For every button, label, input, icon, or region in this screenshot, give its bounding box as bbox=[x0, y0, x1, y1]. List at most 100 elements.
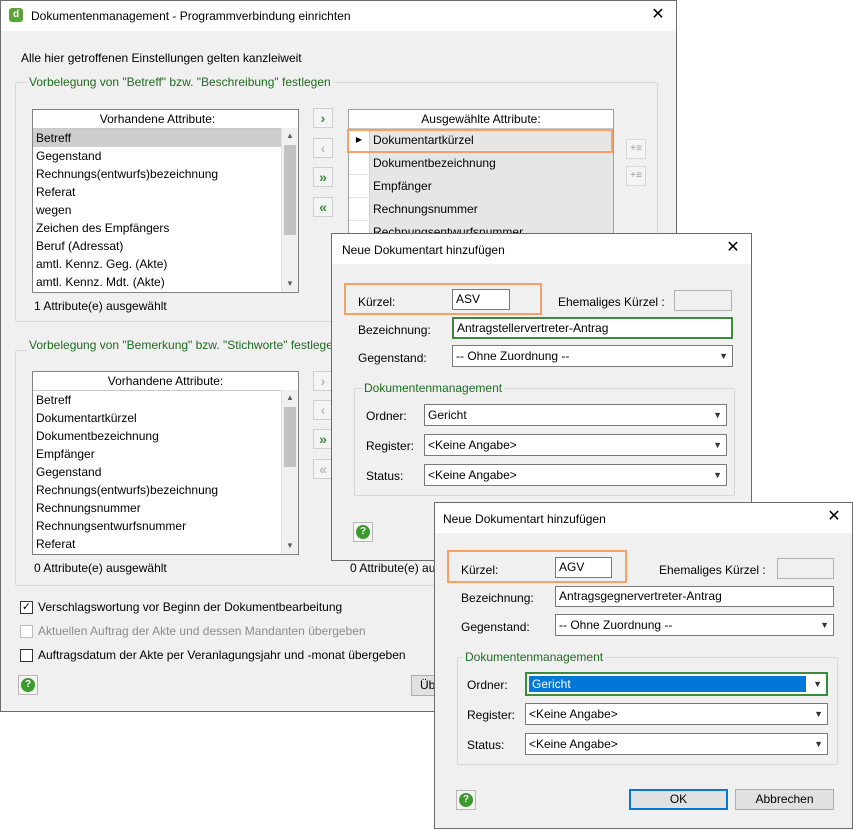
help-icon: ? bbox=[21, 678, 35, 692]
list-item[interactable]: Beruf (Adressat) bbox=[33, 237, 298, 255]
intro-text: Alle hier getroffenen Einstellungen gelt… bbox=[21, 51, 302, 65]
help-button[interactable]: ? bbox=[353, 522, 373, 542]
scroll-down-icon[interactable]: ▼ bbox=[282, 538, 298, 554]
gegenstand-value: -- Ohne Zuordnung -- bbox=[559, 618, 673, 632]
scroll-up-icon[interactable]: ▲ bbox=[282, 128, 298, 144]
highlight-frame bbox=[447, 550, 627, 583]
chevron-down-icon: ▼ bbox=[713, 410, 722, 420]
close-icon[interactable]: ✕ bbox=[723, 238, 743, 258]
ehemaliges-kuerzel-input[interactable] bbox=[674, 290, 732, 311]
dokumentenmanagement-label: Dokumentenmanagement bbox=[362, 381, 505, 395]
available-attributes-list-1[interactable]: Vorhandene Attribute: Betreff Gegenstand… bbox=[32, 109, 299, 293]
status-value: <Keine Angabe> bbox=[428, 468, 517, 482]
list-item[interactable]: Gegenstand bbox=[33, 147, 298, 165]
bezeichnung-input[interactable]: Antragstellervertreter-Antrag bbox=[452, 317, 733, 339]
bezeichnung-input[interactable]: Antragsgegnervertreter-Antrag bbox=[555, 586, 834, 607]
table-row[interactable]: Rechnungsnummer bbox=[349, 198, 613, 221]
ordner-select[interactable]: Gericht ▼ bbox=[424, 404, 727, 426]
remove-attribute-button-2[interactable]: ‹ bbox=[313, 400, 333, 420]
chevron-down-icon: ▼ bbox=[713, 440, 722, 450]
move-down-button[interactable]: +≡ bbox=[626, 166, 646, 186]
dialog1-titlebar: Neue Dokumentart hinzufügen ✕ bbox=[332, 234, 751, 264]
scroll-up-icon[interactable]: ▲ bbox=[282, 390, 298, 406]
gegenstand-label: Gegenstand: bbox=[358, 351, 427, 365]
register-select[interactable]: <Keine Angabe> ▼ bbox=[424, 434, 727, 456]
table-row[interactable]: Dokumentbezeichnung bbox=[349, 152, 613, 175]
available-attributes-header: Vorhandene Attribute: bbox=[33, 110, 282, 129]
gegenstand-select[interactable]: -- Ohne Zuordnung -- ▼ bbox=[452, 345, 733, 367]
add-attribute-button[interactable]: › bbox=[313, 108, 333, 128]
list-item[interactable]: Betreff bbox=[33, 391, 298, 409]
list-scrollbar[interactable]: ▲ ▼ bbox=[281, 390, 298, 554]
gegenstand-label: Gegenstand: bbox=[461, 620, 530, 634]
highlight-frame bbox=[347, 129, 613, 153]
dialog-neue-dokumentart-2: Neue Dokumentart hinzufügen ✕ Kürzel: AG… bbox=[434, 502, 853, 829]
scroll-thumb[interactable] bbox=[284, 145, 296, 235]
help-button[interactable]: ? bbox=[18, 675, 38, 695]
chevron-down-icon: ▼ bbox=[813, 679, 822, 689]
help-icon: ? bbox=[356, 525, 370, 539]
cancel-button[interactable]: Abbrechen bbox=[735, 789, 834, 810]
ehemaliges-kuerzel-label: Ehemaliges Kürzel : bbox=[558, 295, 665, 309]
move-up-button[interactable]: +≡ bbox=[626, 139, 646, 159]
help-icon: ? bbox=[459, 793, 473, 807]
checkbox-auftrag-label: Aktuellen Auftrag der Akte und dessen Ma… bbox=[38, 624, 366, 638]
highlight-frame bbox=[344, 283, 542, 315]
checkbox-verschlagswortung-label: Verschlagswortung vor Beginn der Dokumen… bbox=[38, 600, 343, 614]
list-item[interactable]: Rechnungs(entwurfs)bezeichnung bbox=[33, 165, 298, 183]
gegenstand-value: -- Ohne Zuordnung -- bbox=[456, 349, 570, 363]
add-attribute-button-2[interactable]: › bbox=[313, 371, 333, 391]
checkbox-auftragsdatum[interactable] bbox=[20, 649, 33, 662]
available-attributes-header: Vorhandene Attribute: bbox=[33, 372, 298, 391]
list-item[interactable]: Betreff bbox=[33, 129, 282, 147]
list-scrollbar[interactable]: ▲ ▼ bbox=[281, 128, 298, 292]
scroll-down-icon[interactable]: ▼ bbox=[282, 276, 298, 292]
ehemaliges-kuerzel-label: Ehemaliges Kürzel : bbox=[659, 563, 766, 577]
chevron-down-icon: ▼ bbox=[713, 470, 722, 480]
available-attributes-list-2[interactable]: Vorhandene Attribute: Betreff Dokumentar… bbox=[32, 371, 299, 555]
scroll-thumb[interactable] bbox=[284, 407, 296, 467]
group-betreff-label: Vorbelegung von "Betreff" bzw. "Beschrei… bbox=[27, 75, 333, 89]
list-item[interactable]: amtl. Kennz. Mdt. (Akte) bbox=[33, 273, 298, 291]
list-item[interactable]: amtl. Kennz. Geg. (Akte) bbox=[33, 255, 298, 273]
list-item[interactable]: Gegenstand bbox=[33, 463, 298, 481]
list-item[interactable]: Rechnungsentwurfsnummer bbox=[33, 517, 298, 535]
status-label: Status: bbox=[366, 469, 404, 483]
status-label: Status: bbox=[467, 738, 505, 752]
row-header[interactable] bbox=[349, 198, 370, 220]
list-item[interactable]: wegen bbox=[33, 201, 298, 219]
close-icon[interactable]: ✕ bbox=[648, 5, 668, 25]
list-item[interactable]: Empfänger bbox=[33, 445, 298, 463]
remove-all-attributes-button-2[interactable]: « bbox=[313, 459, 333, 479]
close-icon[interactable]: ✕ bbox=[824, 507, 844, 527]
add-all-attributes-button[interactable]: » bbox=[313, 167, 333, 187]
gegenstand-select[interactable]: -- Ohne Zuordnung -- ▼ bbox=[555, 614, 834, 636]
status-select[interactable]: <Keine Angabe> ▼ bbox=[525, 733, 828, 755]
checkbox-auftrag[interactable] bbox=[20, 625, 33, 638]
selected-count-1: 1 Attribute(e) ausgewählt bbox=[34, 299, 167, 313]
list-item[interactable]: Referat bbox=[33, 535, 298, 553]
help-button[interactable]: ? bbox=[456, 790, 476, 810]
list-item[interactable]: Rechnungsnummer bbox=[33, 499, 298, 517]
main-title: Dokumentenmanagement - Programmverbindun… bbox=[31, 9, 351, 23]
list-item[interactable]: Zeichen des Empfängers bbox=[33, 219, 298, 237]
checkbox-verschlagswortung[interactable]: ✓ bbox=[20, 601, 33, 614]
ordner-select[interactable]: Gericht ▼ bbox=[525, 672, 828, 696]
list-item[interactable]: Rechnungs(entwurfs)bezeichnung bbox=[33, 481, 298, 499]
ehemaliges-kuerzel-input[interactable] bbox=[777, 558, 834, 579]
list-item[interactable]: Dokumentbezeichnung bbox=[33, 427, 298, 445]
list-item[interactable]: Dokumentartkürzel bbox=[33, 409, 298, 427]
add-all-attributes-button-2[interactable]: » bbox=[313, 429, 333, 449]
register-select[interactable]: <Keine Angabe> ▼ bbox=[525, 703, 828, 725]
table-row[interactable]: Empfänger bbox=[349, 175, 613, 198]
list-item[interactable]: Referat bbox=[33, 183, 298, 201]
bezeichnung-label: Bezeichnung: bbox=[461, 591, 534, 605]
selected-count-2: 0 Attribute(e) ausgewählt bbox=[34, 561, 167, 575]
status-value: <Keine Angabe> bbox=[529, 737, 618, 751]
row-header[interactable] bbox=[349, 175, 370, 197]
status-select[interactable]: <Keine Angabe> ▼ bbox=[424, 464, 727, 486]
remove-all-attributes-button[interactable]: « bbox=[313, 197, 333, 217]
remove-attribute-button[interactable]: ‹ bbox=[313, 138, 333, 158]
ok-button[interactable]: OK bbox=[629, 789, 728, 810]
row-header[interactable] bbox=[349, 152, 370, 174]
